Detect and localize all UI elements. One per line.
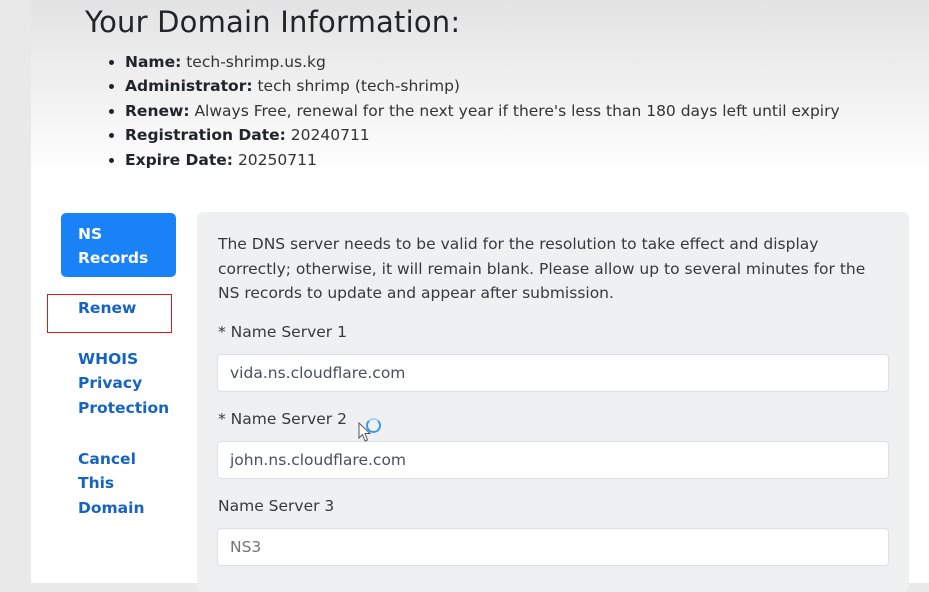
renew-highlight-box	[47, 294, 172, 333]
ns1-label: * Name Server 1	[218, 323, 347, 341]
nav-tab-label: Records	[78, 249, 149, 267]
ns2-input[interactable]	[217, 441, 889, 479]
info-value: tech-shrimp.us.kg	[186, 53, 326, 71]
info-item-renew: Renew: Always Free, renewal for the next…	[106, 99, 840, 123]
info-value: 20250711	[237, 150, 317, 169]
ns3-label: Name Server 3	[218, 497, 335, 515]
domain-info-list: Name: tech-shrimp.us.kg Administrator: t…	[106, 50, 840, 172]
ns2-label: * Name Server 2	[218, 410, 347, 428]
nav-tab-label: WHOIS	[78, 350, 139, 368]
info-value: Always Free, renewal for the next year i…	[194, 101, 840, 120]
ns-description: The DNS server needs to be valid for the…	[218, 235, 866, 302]
info-key: Name:	[125, 53, 182, 71]
info-item-registration-date: Registration Date: 20240711	[106, 123, 840, 147]
info-key: Registration Date:	[125, 126, 286, 145]
ns3-input[interactable]	[217, 528, 889, 566]
page-title: Your Domain Information:	[85, 5, 461, 39]
nav-tab-label: Protection	[78, 398, 170, 417]
info-item-name: Name: tech-shrimp.us.kg	[106, 50, 840, 74]
nav-tab-label: This	[78, 474, 115, 493]
nav-tab-label: NS	[78, 225, 103, 243]
info-item-administrator: Administrator: tech shrimp (tech-shrimp)	[106, 74, 840, 98]
info-value: 20240711	[290, 126, 370, 145]
nav-tab-label: Domain	[78, 498, 145, 517]
nav-tab-label: Cancel	[78, 450, 136, 468]
nav-tab-label: Privacy	[78, 374, 143, 393]
nav-tab-cancel-domain[interactable]: Cancel This Domain	[78, 447, 173, 520]
ns1-input[interactable]	[217, 354, 889, 392]
info-item-expire-date: Expire Date: 20250711	[106, 148, 840, 172]
nav-tab-whois-privacy-protection[interactable]: WHOIS Privacy Protection	[78, 347, 173, 420]
loading-spinner-icon	[366, 418, 381, 433]
info-key: Renew:	[125, 101, 190, 120]
info-key: Administrator:	[125, 77, 253, 96]
info-key: Expire Date:	[125, 150, 233, 169]
info-value: tech shrimp (tech-shrimp)	[257, 77, 460, 96]
nav-tab-ns-records[interactable]: NS Records	[61, 213, 176, 277]
